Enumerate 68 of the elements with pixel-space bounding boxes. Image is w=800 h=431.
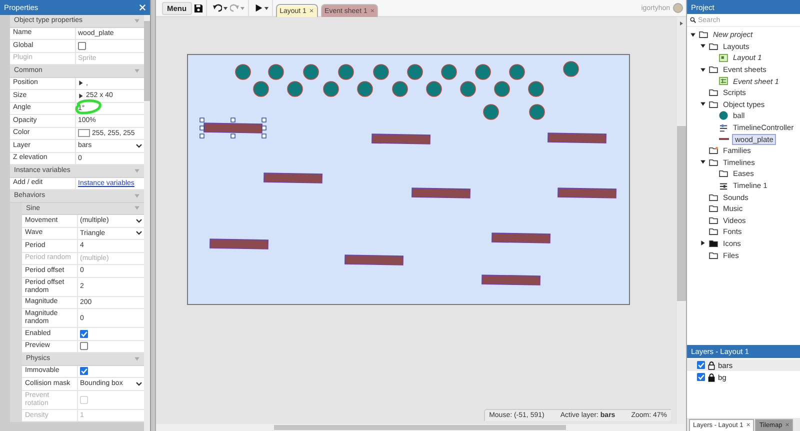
ball-sprite bbox=[407, 64, 423, 80]
tree-toggle-icon[interactable] bbox=[700, 159, 706, 166]
lock-icon[interactable] bbox=[708, 360, 715, 370]
ball-sprite bbox=[441, 64, 457, 80]
checkbox[interactable] bbox=[80, 342, 88, 350]
scroll-up-icon[interactable] bbox=[679, 21, 684, 26]
ball-sprite bbox=[338, 64, 354, 80]
color-swatch[interactable] bbox=[78, 129, 90, 138]
tree-toggle-icon[interactable] bbox=[700, 240, 706, 246]
plank-sprite bbox=[558, 188, 616, 198]
plank-sprite bbox=[210, 238, 268, 250]
ball-sprite bbox=[426, 81, 442, 97]
plank-icon bbox=[719, 137, 729, 142]
undo-button[interactable] bbox=[212, 4, 228, 12]
ball-sprite bbox=[460, 81, 476, 97]
checkbox[interactable] bbox=[80, 367, 88, 376]
plank-sprite bbox=[344, 254, 404, 266]
plank-sprite bbox=[372, 134, 430, 144]
chevron-down-icon[interactable] bbox=[136, 218, 142, 223]
ball-sprite bbox=[268, 64, 284, 80]
ball-sprite bbox=[475, 64, 491, 80]
ball-sprite bbox=[392, 81, 408, 97]
timeline-icon bbox=[719, 182, 728, 190]
timeline-controller-icon bbox=[719, 124, 728, 132]
checkbox[interactable] bbox=[80, 330, 88, 338]
ball-sprite bbox=[253, 81, 269, 97]
folder-icon bbox=[709, 66, 718, 74]
ball-sprite bbox=[563, 61, 579, 77]
ball-sprite bbox=[373, 64, 389, 80]
tree-toggle-icon[interactable] bbox=[700, 101, 706, 108]
ball-sprite bbox=[303, 64, 319, 80]
lock-icon[interactable] bbox=[708, 372, 715, 382]
tree-toggle-icon[interactable] bbox=[700, 43, 706, 50]
chevron-down-icon[interactable] bbox=[136, 144, 142, 148]
scrollbar[interactable] bbox=[156, 424, 686, 431]
dropdown-caret-icon[interactable] bbox=[222, 6, 228, 10]
scrollbar[interactable] bbox=[677, 17, 686, 424]
ball-sprite bbox=[357, 81, 373, 97]
ball-sprite bbox=[528, 81, 544, 97]
play-button[interactable] bbox=[254, 4, 269, 12]
plank-sprite bbox=[412, 188, 470, 198]
save-icon[interactable] bbox=[194, 4, 203, 12]
ball-sprite bbox=[323, 81, 339, 97]
checkbox[interactable] bbox=[78, 42, 86, 50]
ball-sprite bbox=[529, 104, 545, 120]
ball-sprite bbox=[509, 64, 525, 80]
tree-toggle-icon[interactable] bbox=[690, 32, 696, 38]
ball-sprite bbox=[483, 104, 499, 120]
plank-sprite bbox=[548, 132, 606, 144]
layout-icon bbox=[719, 54, 728, 62]
ball-sprite bbox=[494, 81, 510, 97]
ball-sprite bbox=[287, 81, 303, 97]
plank-sprite bbox=[492, 232, 550, 244]
search-icon bbox=[690, 17, 696, 23]
ball-sprite bbox=[235, 64, 251, 80]
ball-icon bbox=[719, 111, 728, 120]
folder-icon bbox=[709, 147, 718, 154]
chevron-down-icon[interactable] bbox=[136, 382, 142, 386]
dropdown-caret-icon[interactable] bbox=[264, 6, 269, 10]
close-icon[interactable] bbox=[139, 4, 146, 11]
plank-sprite bbox=[264, 172, 322, 184]
scrollbar[interactable] bbox=[144, 15, 150, 431]
event-sheet-icon bbox=[719, 77, 728, 86]
plank-sprite bbox=[204, 122, 262, 134]
plank-sprite bbox=[482, 274, 540, 286]
tree-toggle-icon[interactable] bbox=[700, 66, 706, 73]
selection-handles[interactable] bbox=[200, 118, 266, 138]
chevron-down-icon[interactable] bbox=[136, 231, 142, 236]
